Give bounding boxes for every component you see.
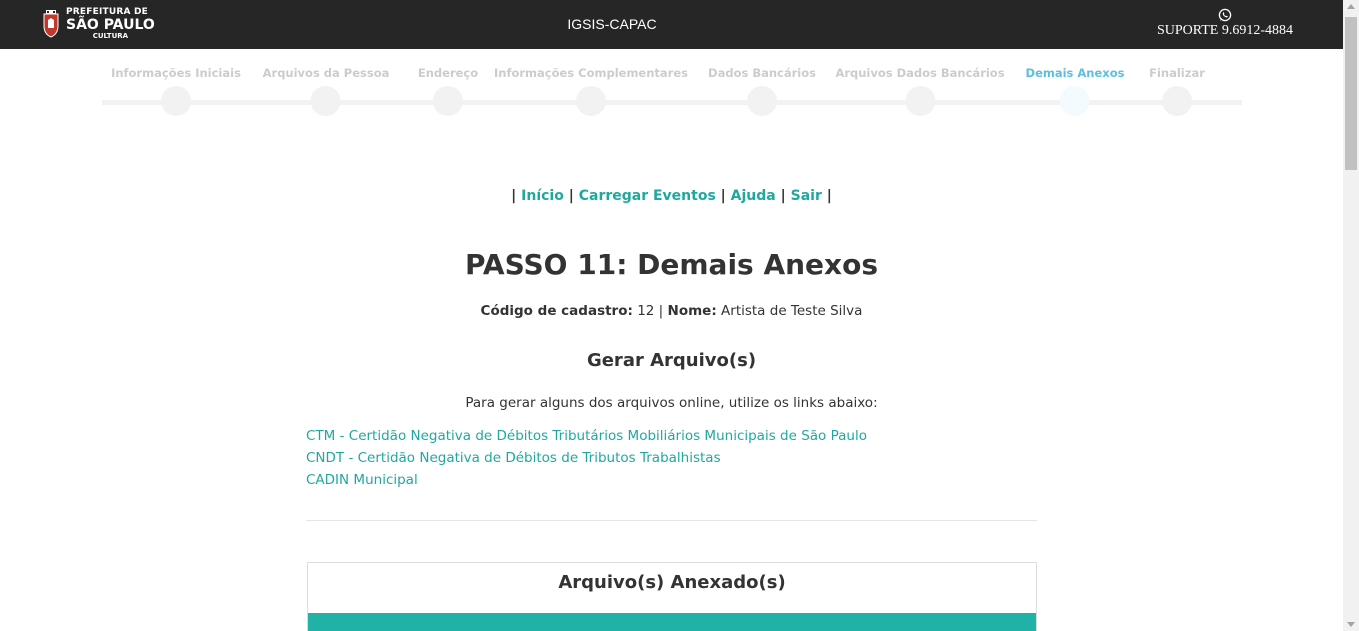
scroll-down-arrow-icon[interactable] [1347, 622, 1355, 627]
wizard-step-label: Arquivos Dados Bancários [835, 66, 1005, 80]
wizard-step-label: Demais Anexos [1025, 66, 1125, 80]
menu-separator: | [775, 188, 791, 204]
menu-separator: | [511, 188, 522, 204]
wizard-step-dot [905, 86, 935, 116]
menu-link-inicio[interactable]: Início [521, 188, 564, 204]
section-divider [306, 520, 1037, 521]
top-menu: | Início | Carregar Eventos | Ajuda | Sa… [0, 188, 1343, 204]
progress-wizard: Informações Iniciais Arquivos da Pessoa … [102, 60, 1242, 120]
nome-label: Nome: [667, 303, 717, 319]
wizard-step-label: Dados Bancários [708, 66, 816, 80]
nome-value: Artista de Teste Silva [721, 303, 863, 319]
wizard-step-dot [1060, 86, 1090, 116]
wizard-step-finalizar[interactable]: Finalizar [1149, 60, 1205, 116]
menu-link-carregar-eventos[interactable]: Carregar Eventos [579, 188, 716, 204]
top-navbar: PREFEITURA DE SÃO PAULO CULTURA IGSIS-CA… [0, 0, 1343, 49]
vertical-scrollbar[interactable] [1343, 0, 1359, 631]
wizard-step-label: Endereço [417, 66, 479, 80]
page-title: PASSO 11: Demais Anexos [464, 248, 879, 281]
cadastro-code-value: 12 [637, 303, 655, 319]
wizard-step-arquivos-pessoa[interactable]: Arquivos da Pessoa [262, 60, 390, 116]
scroll-up-arrow-icon[interactable] [1347, 4, 1355, 9]
whatsapp-icon [1218, 8, 1232, 22]
generate-files-instruction: Para gerar alguns dos arquivos online, u… [465, 395, 878, 411]
link-cndt[interactable]: CNDT - Certidão Negativa de Débitos de T… [306, 447, 867, 469]
wizard-step-informacoes-iniciais[interactable]: Informações Iniciais [111, 60, 241, 116]
wizard-step-label: Finalizar [1149, 66, 1205, 80]
cadastro-info: Código de cadastro: 12 | Nome: Artista d… [0, 303, 1343, 319]
cadastro-code-label: Código de cadastro: [480, 303, 633, 319]
attachments-table-header [308, 613, 1036, 631]
info-separator: | [658, 303, 664, 319]
support-phone: SUPORTE 9.6912-4884 [1156, 23, 1293, 38]
support-link[interactable]: SUPORTE 9.6912-4884 [1157, 8, 1293, 39]
wizard-step-dot [747, 86, 777, 116]
wizard-step-arquivos-dados-bancarios[interactable]: Arquivos Dados Bancários [835, 60, 1005, 116]
app-title: IGSIS-CAPAC [567, 16, 657, 32]
menu-separator: | [821, 188, 832, 204]
menu-separator: | [715, 188, 731, 204]
wizard-step-endereco[interactable]: Endereço [418, 60, 478, 116]
wizard-step-informacoes-complementares[interactable]: Informações Complementares [494, 60, 688, 116]
external-links-list: CTM - Certidão Negativa de Débitos Tribu… [306, 425, 867, 491]
wizard-step-dot [1161, 86, 1192, 116]
wizard-step-dot [161, 86, 191, 116]
link-ctm[interactable]: CTM - Certidão Negativa de Débitos Tribu… [306, 425, 867, 447]
wizard-step-dot [576, 86, 606, 116]
wizard-step-label: Arquivos da Pessoa [262, 66, 390, 80]
menu-separator: | [563, 188, 579, 204]
scrollbar-thumb[interactable] [1345, 17, 1357, 170]
attachments-heading: Arquivo(s) Anexado(s) [558, 572, 786, 593]
menu-link-ajuda[interactable]: Ajuda [731, 188, 776, 204]
menu-link-sair[interactable]: Sair [791, 188, 822, 204]
wizard-step-demais-anexos[interactable]: Demais Anexos [1025, 60, 1125, 116]
wizard-step-label: Informações Iniciais [111, 66, 241, 80]
attachments-panel: Arquivo(s) Anexado(s) [307, 562, 1037, 631]
logo-line3: CULTURA [92, 32, 129, 40]
generate-files-heading: Gerar Arquivo(s) [586, 350, 757, 371]
wizard-step-dot [432, 86, 463, 116]
wizard-step-dados-bancarios[interactable]: Dados Bancários [708, 60, 816, 116]
wizard-step-label: Informações Complementares [494, 66, 688, 80]
link-cadin[interactable]: CADIN Municipal [306, 469, 867, 491]
wizard-step-dot [310, 86, 341, 116]
